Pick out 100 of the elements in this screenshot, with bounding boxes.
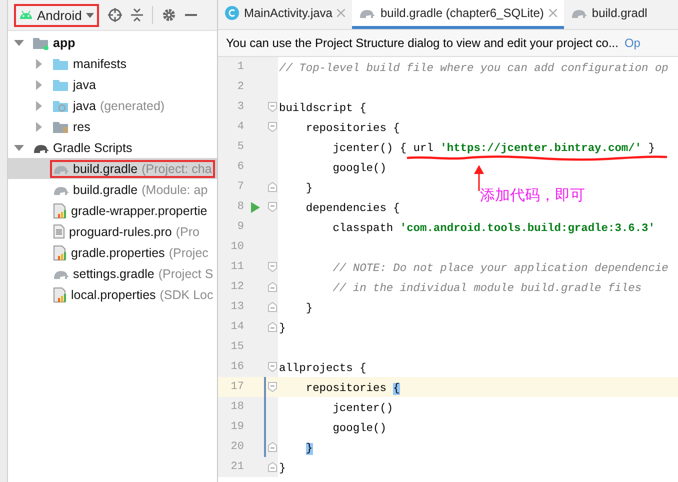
line-number: 16 bbox=[230, 361, 244, 373]
tree-item-label: build.gradle bbox=[73, 162, 138, 176]
tree-item[interactable]: gradle.properties (Projec bbox=[8, 242, 217, 263]
folder-icon bbox=[53, 120, 69, 134]
banner-text: You can use the Project Structure dialog to view and edit your project co... bbox=[226, 36, 618, 50]
tree-item-label: settings.gradle bbox=[73, 266, 154, 280]
line-number: 19 bbox=[230, 421, 244, 433]
module-folder-icon bbox=[33, 36, 49, 50]
tree-item-label: gradle.properties bbox=[71, 246, 165, 260]
tree-item-label: app bbox=[53, 36, 76, 50]
crosshair-icon[interactable] bbox=[108, 8, 122, 22]
tree-item-detail: (SDK Loc bbox=[160, 288, 214, 302]
code-line: } bbox=[279, 323, 286, 335]
collapse-icon[interactable] bbox=[130, 8, 143, 22]
editor-tab[interactable]: build.gradle (chapter6_SQLite) bbox=[352, 0, 564, 29]
line-number: 6 bbox=[236, 161, 244, 173]
tree-item-detail: (Project: cha bbox=[142, 162, 212, 176]
editor-tab[interactable]: MainActivity.java bbox=[218, 0, 352, 29]
line-number: 10 bbox=[230, 241, 244, 253]
code-line: google() bbox=[332, 163, 386, 175]
elephant-icon bbox=[570, 7, 587, 19]
tree-item[interactable]: app bbox=[8, 32, 217, 53]
expand-arrow-icon[interactable] bbox=[34, 100, 44, 110]
code-line: // in the individual module build.gradle files bbox=[332, 283, 642, 295]
code-line: jcenter() bbox=[332, 403, 394, 415]
tree-item[interactable]: build.gradle (Module: ap bbox=[8, 179, 217, 200]
folder-icon bbox=[53, 78, 69, 92]
expand-arrow-icon[interactable] bbox=[34, 58, 44, 68]
line-number: 12 bbox=[230, 281, 244, 293]
tree-item-label: gradle-wrapper.propertie bbox=[71, 204, 208, 218]
tree-item[interactable]: settings.gradle (Project S bbox=[8, 263, 217, 284]
expand-arrow-icon[interactable] bbox=[34, 80, 44, 90]
fold-icon[interactable] bbox=[268, 302, 276, 312]
tree-item[interactable]: build.gradle (Project: cha bbox=[8, 158, 217, 179]
code-line: repositories { bbox=[304, 123, 400, 135]
properties-file-icon bbox=[53, 286, 67, 302]
line-number: 15 bbox=[230, 341, 244, 353]
line-number: 7 bbox=[236, 181, 244, 193]
tree-item[interactable]: local.properties (SDK Loc bbox=[8, 284, 217, 305]
properties-file-icon bbox=[53, 202, 67, 218]
close-icon[interactable] bbox=[337, 9, 346, 17]
tree-item-label: java bbox=[73, 78, 96, 92]
line-number: 8 bbox=[236, 201, 244, 213]
line-number: 4 bbox=[236, 121, 244, 133]
fold-icon[interactable] bbox=[268, 182, 276, 192]
line-number: 1 bbox=[236, 61, 244, 73]
line-number: 14 bbox=[230, 321, 244, 333]
code-line: } bbox=[279, 463, 286, 475]
fold-icon[interactable] bbox=[268, 442, 276, 452]
tree-item[interactable]: res bbox=[8, 116, 217, 137]
fold-icon[interactable] bbox=[268, 462, 276, 472]
tree-item-detail: (generated) bbox=[100, 98, 165, 112]
tree-item[interactable]: Gradle Scripts bbox=[8, 137, 217, 158]
expand-arrow-icon[interactable] bbox=[34, 122, 44, 132]
code-line: google() bbox=[332, 423, 386, 435]
tree-item-detail: (Project S bbox=[158, 266, 214, 280]
view-selector[interactable]: Android bbox=[14, 4, 99, 26]
tree-item[interactable]: java (generated) bbox=[8, 95, 217, 116]
line-number: 13 bbox=[230, 301, 244, 313]
banner-link[interactable]: Op bbox=[624, 36, 640, 50]
elephant-icon bbox=[359, 7, 376, 19]
fold-icon[interactable] bbox=[268, 362, 276, 372]
tree-item[interactable]: manifests bbox=[8, 53, 217, 74]
tree-item[interactable]: proguard-rules.pro (Pro bbox=[8, 221, 217, 242]
expand-arrow-icon[interactable] bbox=[14, 38, 24, 48]
code-line: dependencies { bbox=[304, 203, 400, 215]
tree-item[interactable]: java bbox=[8, 74, 217, 95]
run-icon[interactable] bbox=[250, 202, 260, 212]
tree-item-detail: (Module: ap bbox=[142, 182, 208, 196]
editor-tab[interactable]: build.gradl bbox=[564, 0, 654, 29]
fold-icon[interactable] bbox=[268, 262, 276, 272]
folder-gear-icon bbox=[53, 98, 69, 112]
line-number: 3 bbox=[236, 101, 244, 113]
line-number: 18 bbox=[230, 401, 244, 413]
line-number: 21 bbox=[230, 461, 244, 473]
minimize-icon[interactable] bbox=[184, 14, 197, 16]
fold-icon[interactable] bbox=[268, 122, 276, 132]
android-icon bbox=[19, 10, 33, 20]
fold-icon[interactable] bbox=[268, 202, 276, 212]
caret-icon bbox=[86, 12, 94, 18]
class-icon bbox=[225, 6, 239, 20]
code-line: classpath 'com.android.tools.build:gradle:3.6.3' bbox=[332, 223, 655, 235]
code-line: allprojects { bbox=[279, 363, 366, 375]
fold-icon[interactable] bbox=[268, 382, 276, 392]
line-number: 9 bbox=[236, 221, 244, 233]
tree-item-label: res bbox=[73, 120, 90, 134]
tree-item-detail: (Pro bbox=[176, 224, 200, 238]
close-icon[interactable] bbox=[548, 9, 557, 17]
tree-item-label: Gradle Scripts bbox=[53, 140, 132, 154]
code-line: // NOTE: Do not place your application dependencie bbox=[332, 263, 668, 275]
properties-file-icon bbox=[53, 244, 67, 260]
tree-item[interactable]: gradle-wrapper.propertie bbox=[8, 200, 217, 221]
code-line: } bbox=[304, 183, 313, 195]
fold-icon[interactable] bbox=[268, 102, 276, 112]
fold-icon[interactable] bbox=[268, 322, 276, 332]
line-number: 5 bbox=[236, 141, 244, 153]
fold-icon[interactable] bbox=[268, 282, 276, 292]
tree-item-label: local.properties bbox=[71, 288, 156, 302]
expand-arrow-icon[interactable] bbox=[14, 142, 24, 152]
settings-icon[interactable] bbox=[162, 8, 176, 22]
